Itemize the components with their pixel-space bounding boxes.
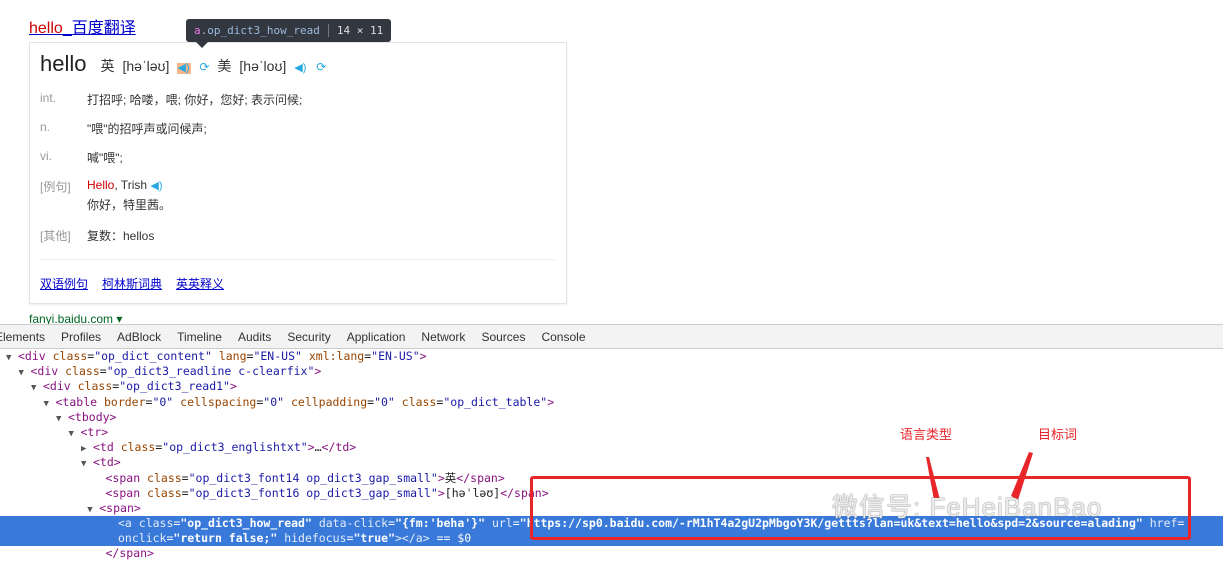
annotation-arrows bbox=[926, 452, 1033, 500]
watermark: 微信号: FeHeiBanBao bbox=[832, 492, 1103, 522]
